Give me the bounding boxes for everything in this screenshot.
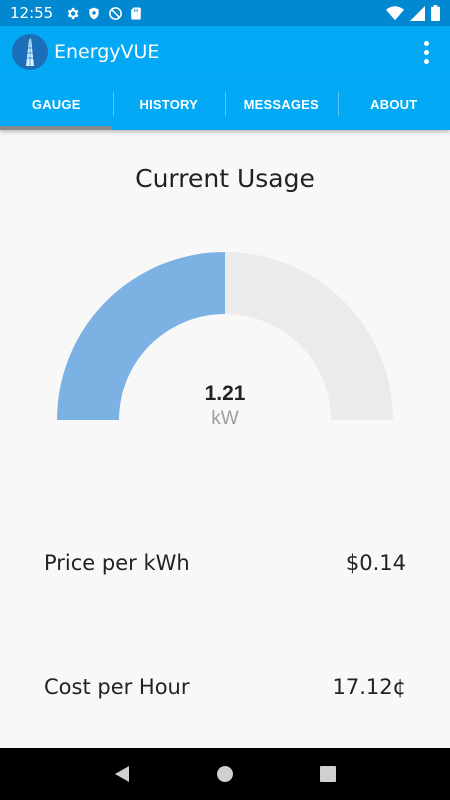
price-row: Price per kWh $0.14 <box>44 551 406 575</box>
wifi-icon <box>386 5 404 20</box>
back-icon <box>114 766 129 782</box>
tab-gauge[interactable]: GAUGE <box>0 78 113 130</box>
status-bar: 12:55 <box>0 0 450 26</box>
app-bar: EnergyVUE <box>0 26 450 78</box>
tab-about[interactable]: ABOUT <box>337 78 450 130</box>
gear-icon <box>67 7 79 19</box>
sd-card-icon <box>131 7 142 19</box>
system-nav-bar <box>0 748 450 800</box>
back-button[interactable] <box>102 754 142 794</box>
gauge-unit: kW <box>211 408 239 429</box>
battery-icon <box>431 5 440 21</box>
tab-history[interactable]: HISTORY <box>112 78 226 130</box>
signal-icon <box>410 5 425 21</box>
cost-label: Cost per Hour <box>44 675 190 699</box>
recents-button[interactable] <box>308 754 348 794</box>
status-time: 12:55 <box>10 4 54 22</box>
gauge-value: 1.21 <box>204 382 246 405</box>
recents-icon <box>320 766 337 782</box>
building-logo-icon <box>12 34 48 70</box>
tab-messages[interactable]: MESSAGES <box>225 78 338 130</box>
status-icons-left <box>65 6 142 21</box>
home-icon <box>216 766 233 782</box>
page-title: Current Usage <box>135 164 315 193</box>
price-value: $0.14 <box>345 551 406 575</box>
cost-value: 17.12¢ <box>332 675 406 699</box>
overflow-menu-icon[interactable] <box>414 36 438 68</box>
shield-icon <box>89 7 99 19</box>
gauge-page: Current Usage 1.21 kW Price per kWh $0.1… <box>0 130 450 748</box>
tab-bar: GAUGE HISTORY MESSAGES ABOUT <box>0 78 450 130</box>
app-title: EnergyVUE <box>54 41 160 63</box>
price-label: Price per kWh <box>44 551 190 575</box>
sync-disabled-icon <box>109 6 123 20</box>
status-icons-right <box>386 5 440 21</box>
home-button[interactable] <box>205 754 245 794</box>
cost-row: Cost per Hour 17.12¢ <box>44 675 406 699</box>
